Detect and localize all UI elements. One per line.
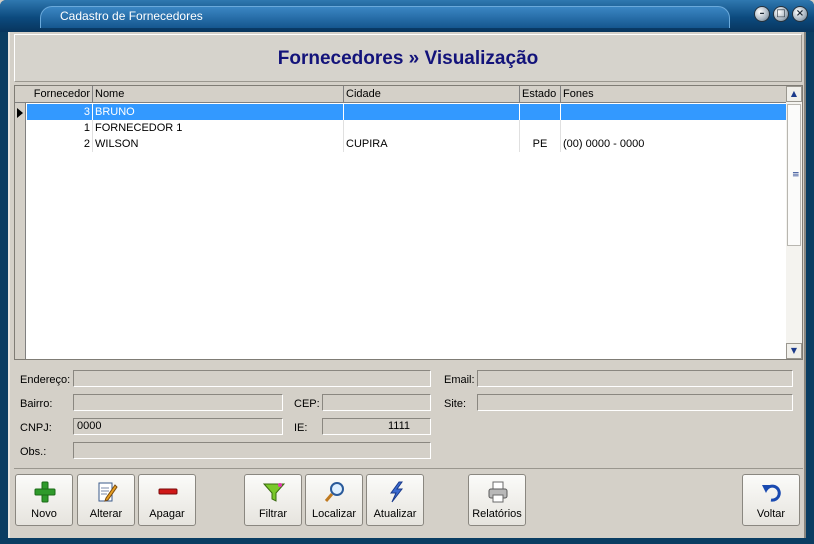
cell-fornecedor: 2 <box>27 136 93 152</box>
relatorios-button[interactable]: Relatórios <box>468 474 526 526</box>
cell-nome: WILSON <box>93 136 344 152</box>
column-header-nome[interactable]: Nome <box>93 86 344 103</box>
scroll-down-button[interactable]: ▼ <box>786 343 802 359</box>
maximize-button[interactable]: □ <box>773 6 789 22</box>
obs-label: Obs.: <box>20 446 47 458</box>
cnpj-field[interactable]: 0000 <box>73 418 283 435</box>
novo-button[interactable]: Novo <box>15 474 73 526</box>
client-area: Fornecedores » Visualização Fornecedor N… <box>8 32 806 538</box>
bairro-label: Bairro: <box>20 398 53 410</box>
page-header: Fornecedores » Visualização <box>14 34 802 82</box>
minimize-icon: – <box>759 8 765 19</box>
grid-header: Fornecedor Nome Cidade Estado Fones <box>15 86 786 103</box>
table-row[interactable]: 3 BRUNO <box>27 104 786 120</box>
column-header-fones[interactable]: Fones <box>561 86 786 103</box>
filter-funnel-icon <box>263 483 285 502</box>
site-field[interactable] <box>477 394 793 411</box>
details-panel: Endereço: Email: Bairro: CEP: Site: CNPJ… <box>14 363 803 463</box>
arrow-down-icon: ▼ <box>790 346 798 355</box>
column-header-cidade[interactable]: Cidade <box>344 86 520 103</box>
filtrar-label: Filtrar <box>258 508 288 520</box>
novo-label: Novo <box>31 508 57 520</box>
action-toolbar: Novo Alterar Apagar Filtrar Localizar At… <box>14 468 803 532</box>
cnpj-label: CNPJ: <box>20 422 52 434</box>
cep-label: CEP: <box>294 398 320 410</box>
filtrar-button[interactable]: Filtrar <box>244 474 302 526</box>
minus-icon <box>158 488 178 495</box>
obs-field[interactable] <box>73 442 431 459</box>
table-row[interactable]: 2 WILSON CUPIRA PE (00) 0000 - 0000 <box>27 136 786 152</box>
arrow-up-icon: ▲ <box>790 89 798 98</box>
endereco-label: Endereço: <box>20 374 71 386</box>
cell-cidade: CUPIRA <box>344 136 520 152</box>
cep-field[interactable] <box>322 394 431 411</box>
magnifier-icon <box>324 482 344 502</box>
row-indicator-column <box>15 86 26 359</box>
cell-estado <box>520 104 561 120</box>
site-label: Site: <box>444 398 467 410</box>
cell-fones <box>561 120 786 136</box>
cell-fones: (00) 0000 - 0000 <box>563 138 645 150</box>
cell-fones <box>561 104 786 120</box>
voltar-button[interactable]: Voltar <box>742 474 800 526</box>
cell-nome: FORNECEDOR 1 <box>93 120 344 136</box>
cell-cidade <box>344 120 520 136</box>
close-icon: × <box>795 8 805 19</box>
app-window: Cadastro de Fornecedores – □ × Fornecedo… <box>0 0 814 544</box>
ie-label: IE: <box>294 422 308 434</box>
cell-estado: PE <box>520 136 561 152</box>
alterar-label: Alterar <box>89 508 123 520</box>
close-button[interactable]: × <box>792 6 808 22</box>
current-row-arrow-icon <box>17 108 23 118</box>
column-header-fornecedor[interactable]: Fornecedor <box>27 86 93 103</box>
relatorios-label: Relatórios <box>472 508 522 520</box>
endereco-field[interactable] <box>73 370 431 387</box>
cell-estado <box>520 120 561 136</box>
cell-nome: BRUNO <box>93 104 344 120</box>
apagar-button[interactable]: Apagar <box>138 474 196 526</box>
table-row[interactable]: 1 FORNECEDOR 1 <box>27 120 786 136</box>
title-bar[interactable]: Cadastro de Fornecedores – □ × <box>0 0 814 32</box>
ie-field[interactable]: 1111 <box>322 418 431 435</box>
maximize-icon: □ <box>776 8 786 19</box>
localizar-label: Localizar <box>311 508 357 520</box>
cell-fornecedor: 3 <box>27 104 93 120</box>
apagar-label: Apagar <box>149 508 185 520</box>
email-field[interactable] <box>477 370 793 387</box>
window-title: Cadastro de Fornecedores <box>60 9 203 23</box>
column-header-estado[interactable]: Estado <box>520 86 561 103</box>
atualizar-label: Atualizar <box>373 508 417 520</box>
alterar-button[interactable]: Alterar <box>77 474 135 526</box>
email-label: Email: <box>444 374 475 386</box>
voltar-label: Voltar <box>756 508 786 520</box>
localizar-button[interactable]: Localizar <box>305 474 363 526</box>
lightning-icon <box>390 481 404 503</box>
undo-arrow-icon <box>762 484 781 502</box>
bairro-field[interactable] <box>73 394 283 411</box>
cell-cidade <box>344 104 520 120</box>
edit-document-icon <box>98 482 118 502</box>
page-title: Fornecedores » Visualização <box>277 48 539 69</box>
scroll-thumb[interactable]: ≡ <box>787 104 801 246</box>
suppliers-grid[interactable]: Fornecedor Nome Cidade Estado Fones 3 BR… <box>14 85 803 360</box>
grid-vertical-scrollbar[interactable]: ▲ ≡ ▼ <box>786 86 802 359</box>
atualizar-button[interactable]: Atualizar <box>366 474 424 526</box>
cell-fornecedor: 1 <box>27 120 93 136</box>
printer-icon <box>488 481 508 503</box>
minimize-button[interactable]: – <box>754 6 770 22</box>
scroll-up-button[interactable]: ▲ <box>786 86 802 102</box>
plus-icon <box>34 481 56 503</box>
grip-icon: ≡ <box>792 170 800 180</box>
